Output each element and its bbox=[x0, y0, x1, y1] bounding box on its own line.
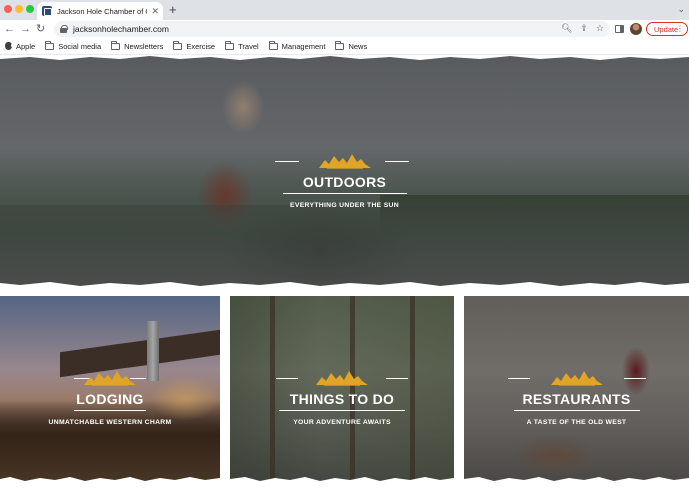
minimize-window-button[interactable] bbox=[15, 5, 23, 13]
decorative-line bbox=[385, 161, 409, 162]
more-menu-icon[interactable]: ⋮ bbox=[676, 24, 684, 34]
close-window-button[interactable] bbox=[4, 5, 12, 13]
title-underline bbox=[513, 410, 640, 411]
side-panel-icon[interactable] bbox=[615, 25, 624, 33]
bookmark-newsletters[interactable]: Newsletters bbox=[111, 40, 164, 51]
lodging-label: LODGING UNMATCHABLE WESTERN CHARM bbox=[0, 368, 220, 426]
logo-row bbox=[0, 368, 220, 388]
torn-edge-bottom bbox=[0, 282, 689, 287]
bookmark-label: Social media bbox=[58, 41, 102, 51]
decorative-line bbox=[275, 161, 299, 162]
bookmark-apple[interactable]: Apple bbox=[5, 42, 35, 51]
bookmark-label: Travel bbox=[238, 41, 259, 51]
restaurants-label: RESTAURANTS A TASTE OF THE OLD WEST bbox=[464, 368, 689, 426]
hero-outdoors[interactable]: OUTDOORS EVERYTHING UNDER THE SUN bbox=[0, 55, 689, 287]
jackson-hole-logo-icon bbox=[316, 371, 368, 386]
torn-edge-bottom bbox=[230, 477, 454, 482]
jackson-hole-logo-icon bbox=[318, 154, 371, 169]
update-button[interactable]: Update ⋮ bbox=[646, 22, 688, 36]
zoom-icon[interactable]: 🔍︎ bbox=[561, 23, 572, 34]
hero-title[interactable]: OUTDOORS bbox=[0, 174, 689, 190]
share-icon[interactable]: ⇪ bbox=[580, 23, 588, 34]
logo-row bbox=[464, 368, 689, 388]
things-to-do-label: THINGS TO DO YOUR ADVENTURE AWAITS bbox=[230, 368, 454, 426]
bookmark-travel[interactable]: Travel bbox=[225, 40, 259, 51]
bookmark-exercise[interactable]: Exercise bbox=[173, 40, 216, 51]
torn-edge-top bbox=[0, 55, 689, 60]
bookmark-star-icon[interactable]: ☆ bbox=[596, 23, 604, 34]
browser-toolbar: ← → ↻ jacksonholechamber.com 🔍︎ ⇪ ☆ Upda… bbox=[0, 20, 689, 38]
folder-icon bbox=[45, 40, 55, 50]
title-underline bbox=[74, 410, 146, 411]
update-label: Update bbox=[654, 24, 679, 34]
site-favicon-icon bbox=[42, 6, 52, 16]
bookmark-label: Exercise bbox=[186, 41, 216, 51]
card-subtitle: UNMATCHABLE WESTERN CHARM bbox=[48, 419, 172, 426]
card-restaurants[interactable]: RESTAURANTS A TASTE OF THE OLD WEST bbox=[464, 296, 689, 482]
back-arrow-icon[interactable]: ← bbox=[4, 22, 15, 36]
profile-avatar[interactable] bbox=[630, 23, 642, 35]
torn-edge-bottom bbox=[464, 477, 689, 482]
logo-row bbox=[230, 368, 454, 388]
card-things-to-do[interactable]: THINGS TO DO YOUR ADVENTURE AWAITS bbox=[230, 296, 454, 482]
card-subtitle: YOUR ADVENTURE AWAITS bbox=[293, 419, 391, 426]
address-bar[interactable]: jacksonholechamber.com 🔍︎ ⇪ ☆ bbox=[54, 21, 610, 37]
hero-subtitle: EVERYTHING UNDER THE SUN bbox=[290, 202, 399, 209]
jackson-hole-logo-icon bbox=[550, 371, 603, 386]
decorative-line bbox=[624, 378, 646, 379]
card-subtitle: A TASTE OF THE OLD WEST bbox=[526, 419, 627, 426]
decorative-line bbox=[276, 378, 298, 379]
bookmark-label: Apple bbox=[16, 41, 36, 51]
lock-icon[interactable] bbox=[60, 25, 68, 33]
folder-icon bbox=[111, 40, 121, 50]
hero-label: OUTDOORS EVERYTHING UNDER THE SUN bbox=[0, 151, 689, 209]
folder-icon bbox=[335, 40, 345, 50]
url-text[interactable]: jacksonholechamber.com bbox=[73, 24, 169, 34]
bookmark-label: Newsletters bbox=[124, 41, 164, 51]
reload-icon[interactable]: ↻ bbox=[36, 22, 45, 36]
apple-icon bbox=[5, 42, 13, 50]
forward-arrow-icon[interactable]: → bbox=[20, 22, 31, 36]
new-tab-button[interactable]: + bbox=[169, 3, 177, 16]
web-page: OUTDOORS EVERYTHING UNDER THE SUN LODGIN… bbox=[0, 55, 689, 500]
close-tab-icon[interactable]: ✕ bbox=[151, 6, 159, 16]
folder-icon bbox=[173, 40, 183, 50]
torn-edge-bottom bbox=[0, 477, 220, 482]
bookmark-social-media[interactable]: Social media bbox=[45, 40, 102, 51]
folder-icon bbox=[225, 40, 235, 50]
browser-tab[interactable]: Jackson Hole Chamber of Com ✕ bbox=[37, 2, 163, 20]
tab-search-chevron-icon[interactable]: ⌄ bbox=[677, 4, 685, 15]
tab-title: Jackson Hole Chamber of Com bbox=[57, 6, 147, 16]
folder-icon bbox=[268, 40, 278, 50]
card-lodging[interactable]: LODGING UNMATCHABLE WESTERN CHARM bbox=[0, 296, 220, 482]
card-title[interactable]: THINGS TO DO bbox=[230, 391, 454, 407]
decorative-line bbox=[508, 378, 530, 379]
title-underline bbox=[282, 193, 407, 194]
title-underline bbox=[279, 410, 405, 411]
bookmark-management[interactable]: Management bbox=[268, 40, 326, 51]
decorative-line bbox=[386, 378, 408, 379]
maximize-window-button[interactable] bbox=[26, 5, 34, 13]
bookmark-label: News bbox=[348, 41, 368, 51]
decorative-line bbox=[130, 378, 146, 379]
logo-row bbox=[0, 151, 689, 171]
card-title[interactable]: RESTAURANTS bbox=[464, 391, 689, 407]
bookmark-news[interactable]: News bbox=[335, 40, 368, 51]
bookmark-label: Management bbox=[281, 41, 326, 51]
bookmarks-bar: Apple Social media Newsletters Exercise … bbox=[0, 38, 689, 55]
tab-strip: Jackson Hole Chamber of Com ✕ + ⌄ bbox=[0, 0, 689, 20]
card-title[interactable]: LODGING bbox=[0, 391, 220, 407]
